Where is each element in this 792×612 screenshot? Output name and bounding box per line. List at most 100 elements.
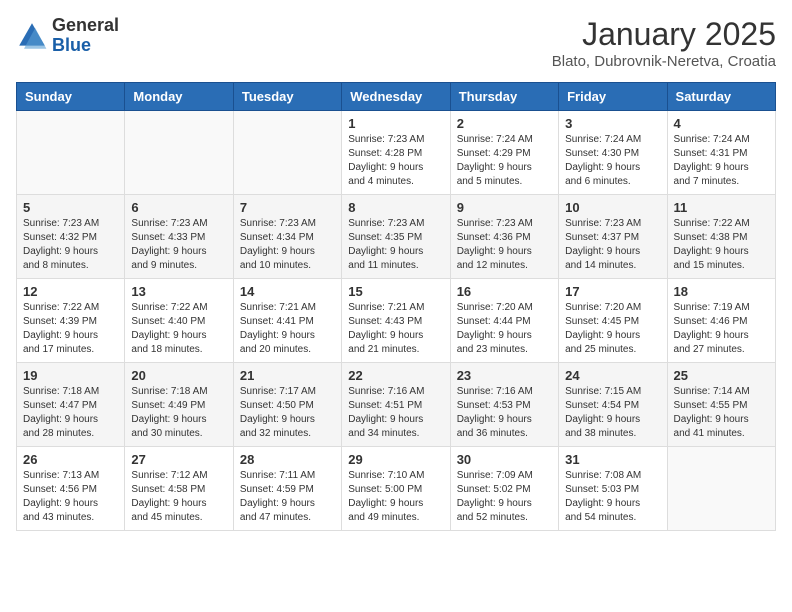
day-info: Sunrise: 7:23 AM Sunset: 4:37 PM Dayligh… (565, 217, 660, 273)
day-info: Sunrise: 7:20 AM Sunset: 4:45 PM Dayligh… (565, 301, 660, 357)
weekday-header: Tuesday (233, 83, 341, 111)
calendar-week-row: 26 Sunrise: 7:13 AM Sunset: 4:56 PM Dayli… (17, 447, 776, 531)
calendar-cell: 26 Sunrise: 7:13 AM Sunset: 4:56 PM Dayli… (17, 447, 125, 531)
day-info: Sunrise: 7:22 AM Sunset: 4:38 PM Dayligh… (674, 217, 769, 273)
weekday-header: Sunday (17, 83, 125, 111)
weekday-header: Saturday (667, 83, 775, 111)
calendar-cell: 5Sunrise: 7:23 AM Sunset: 4:32 PM Daylig… (17, 195, 125, 279)
calendar-cell: 19Sunrise: 7:18 AM Sunset: 4:47 PM Dayli… (17, 363, 125, 447)
day-info: Sunrise: 7:17 AM Sunset: 4:50 PM Dayligh… (240, 385, 335, 441)
day-number: 10 (565, 200, 660, 215)
day-info: Sunrise: 7:12 AM Sunset: 4:58 PM Dayligh… (131, 469, 226, 525)
day-number: 25 (674, 368, 769, 383)
calendar-cell: 16 Sunrise: 7:20 AM Sunset: 4:44 PM Dayli… (450, 279, 558, 363)
day-number: 13 (131, 284, 226, 299)
day-info: Sunrise: 7:14 AM Sunset: 4:55 PM Dayligh… (674, 385, 769, 441)
calendar-cell: 24Sunrise: 7:15 AM Sunset: 4:54 PM Dayli… (559, 363, 667, 447)
page-header: General Blue January 2025 Blato, Dubrovn… (16, 16, 776, 70)
day-info: Sunrise: 7:13 AM Sunset: 4:56 PM Dayligh… (23, 469, 118, 525)
calendar-cell: 17 Sunrise: 7:20 AM Sunset: 4:45 PM Dayli… (559, 279, 667, 363)
title-block: January 2025 Blato, Dubrovnik-Neretva, C… (552, 16, 776, 70)
day-number: 23 (457, 368, 552, 383)
day-info: Sunrise: 7:23 AM Sunset: 4:36 PM Dayligh… (457, 217, 552, 273)
day-number: 4 (674, 116, 769, 131)
logo-blue: Blue (52, 35, 91, 55)
calendar-cell: 1 Sunrise: 7:23 AM Sunset: 4:28 PM Daylig… (342, 111, 450, 195)
day-number: 20 (131, 368, 226, 383)
calendar-cell: 30 Sunrise: 7:09 AM Sunset: 5:02 PM Dayli… (450, 447, 558, 531)
day-info: Sunrise: 7:20 AM Sunset: 4:44 PM Dayligh… (457, 301, 552, 357)
day-info: Sunrise: 7:16 AM Sunset: 4:51 PM Dayligh… (348, 385, 443, 441)
day-info: Sunrise: 7:11 AM Sunset: 4:59 PM Dayligh… (240, 469, 335, 525)
day-number: 3 (565, 116, 660, 131)
logo: General Blue (16, 16, 119, 56)
weekday-header: Friday (559, 83, 667, 111)
day-number: 29 (348, 452, 443, 467)
day-number: 24 (565, 368, 660, 383)
calendar-cell (125, 111, 233, 195)
day-info: Sunrise: 7:21 AM Sunset: 4:43 PM Dayligh… (348, 301, 443, 357)
calendar-cell (233, 111, 341, 195)
day-number: 14 (240, 284, 335, 299)
calendar: SundayMondayTuesdayWednesdayThursdayFrid… (16, 82, 776, 531)
day-number: 11 (674, 200, 769, 215)
day-info: Sunrise: 7:24 AM Sunset: 4:29 PM Dayligh… (457, 133, 552, 189)
calendar-cell: 22 Sunrise: 7:16 AM Sunset: 4:51 PM Dayli… (342, 363, 450, 447)
day-info: Sunrise: 7:19 AM Sunset: 4:46 PM Dayligh… (674, 301, 769, 357)
day-number: 6 (131, 200, 226, 215)
calendar-cell: 25 Sunrise: 7:14 AM Sunset: 4:55 PM Dayli… (667, 363, 775, 447)
day-number: 7 (240, 200, 335, 215)
day-number: 30 (457, 452, 552, 467)
calendar-cell: 7 Sunrise: 7:23 AM Sunset: 4:34 PM Daylig… (233, 195, 341, 279)
day-number: 26 (23, 452, 118, 467)
day-number: 2 (457, 116, 552, 131)
day-info: Sunrise: 7:23 AM Sunset: 4:35 PM Dayligh… (348, 217, 443, 273)
calendar-cell: 9Sunrise: 7:23 AM Sunset: 4:36 PM Daylig… (450, 195, 558, 279)
day-info: Sunrise: 7:22 AM Sunset: 4:40 PM Dayligh… (131, 301, 226, 357)
calendar-cell: 6 Sunrise: 7:23 AM Sunset: 4:33 PM Daylig… (125, 195, 233, 279)
day-info: Sunrise: 7:22 AM Sunset: 4:39 PM Dayligh… (23, 301, 118, 357)
calendar-cell: 18Sunrise: 7:19 AM Sunset: 4:46 PM Dayli… (667, 279, 775, 363)
calendar-cell: 29 Sunrise: 7:10 AM Sunset: 5:00 PM Dayli… (342, 447, 450, 531)
day-number: 21 (240, 368, 335, 383)
calendar-cell: 3Sunrise: 7:24 AM Sunset: 4:30 PM Daylig… (559, 111, 667, 195)
calendar-cell: 15Sunrise: 7:21 AM Sunset: 4:43 PM Dayli… (342, 279, 450, 363)
day-info: Sunrise: 7:21 AM Sunset: 4:41 PM Dayligh… (240, 301, 335, 357)
calendar-cell: 23 Sunrise: 7:16 AM Sunset: 4:53 PM Dayli… (450, 363, 558, 447)
day-number: 22 (348, 368, 443, 383)
day-number: 8 (348, 200, 443, 215)
weekday-header: Thursday (450, 83, 558, 111)
day-number: 31 (565, 452, 660, 467)
calendar-cell: 31Sunrise: 7:08 AM Sunset: 5:03 PM Dayli… (559, 447, 667, 531)
calendar-cell: 4 Sunrise: 7:24 AM Sunset: 4:31 PM Daylig… (667, 111, 775, 195)
day-info: Sunrise: 7:23 AM Sunset: 4:34 PM Dayligh… (240, 217, 335, 273)
calendar-cell: 14 Sunrise: 7:21 AM Sunset: 4:41 PM Dayli… (233, 279, 341, 363)
day-info: Sunrise: 7:10 AM Sunset: 5:00 PM Dayligh… (348, 469, 443, 525)
day-info: Sunrise: 7:09 AM Sunset: 5:02 PM Dayligh… (457, 469, 552, 525)
calendar-cell: 13 Sunrise: 7:22 AM Sunset: 4:40 PM Dayli… (125, 279, 233, 363)
day-info: Sunrise: 7:23 AM Sunset: 4:28 PM Dayligh… (348, 133, 443, 189)
calendar-cell: 8 Sunrise: 7:23 AM Sunset: 4:35 PM Daylig… (342, 195, 450, 279)
day-info: Sunrise: 7:23 AM Sunset: 4:33 PM Dayligh… (131, 217, 226, 273)
day-info: Sunrise: 7:23 AM Sunset: 4:32 PM Dayligh… (23, 217, 118, 273)
day-info: Sunrise: 7:16 AM Sunset: 4:53 PM Dayligh… (457, 385, 552, 441)
day-info: Sunrise: 7:18 AM Sunset: 4:49 PM Dayligh… (131, 385, 226, 441)
calendar-cell: 20 Sunrise: 7:18 AM Sunset: 4:49 PM Dayli… (125, 363, 233, 447)
weekday-header-row: SundayMondayTuesdayWednesdayThursdayFrid… (17, 83, 776, 111)
calendar-cell: 27 Sunrise: 7:12 AM Sunset: 4:58 PM Dayli… (125, 447, 233, 531)
logo-text: General Blue (52, 16, 119, 56)
day-number: 27 (131, 452, 226, 467)
month-title: January 2025 (552, 16, 776, 53)
calendar-cell: 10 Sunrise: 7:23 AM Sunset: 4:37 PM Dayli… (559, 195, 667, 279)
weekday-header: Wednesday (342, 83, 450, 111)
day-info: Sunrise: 7:24 AM Sunset: 4:31 PM Dayligh… (674, 133, 769, 189)
logo-icon (16, 20, 48, 52)
day-number: 28 (240, 452, 335, 467)
day-info: Sunrise: 7:18 AM Sunset: 4:47 PM Dayligh… (23, 385, 118, 441)
calendar-week-row: 5Sunrise: 7:23 AM Sunset: 4:32 PM Daylig… (17, 195, 776, 279)
day-number: 16 (457, 284, 552, 299)
weekday-header: Monday (125, 83, 233, 111)
day-number: 1 (348, 116, 443, 131)
day-number: 17 (565, 284, 660, 299)
calendar-week-row: 19Sunrise: 7:18 AM Sunset: 4:47 PM Dayli… (17, 363, 776, 447)
